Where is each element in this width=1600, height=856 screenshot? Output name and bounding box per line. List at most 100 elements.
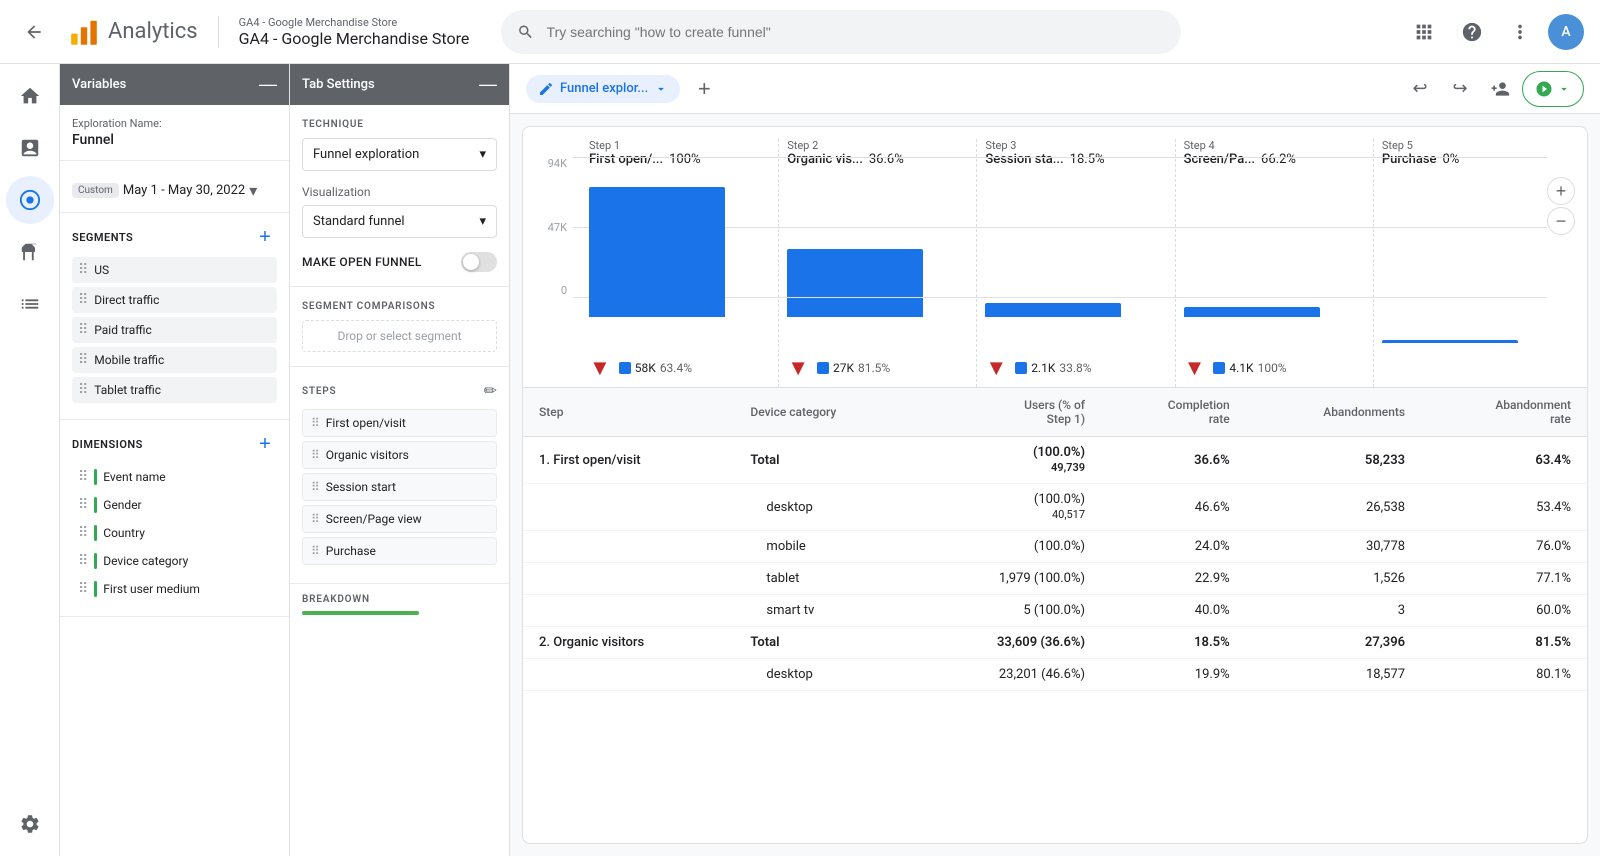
tab-dropdown-icon[interactable]	[654, 82, 668, 96]
funnel-step-col-5: Step 5 Purchase 0%	[1374, 139, 1571, 387]
sidebar-item-advertising[interactable]	[6, 228, 54, 276]
technique-dropdown[interactable]: Funnel exploration ▾	[302, 138, 497, 171]
dimension-color-bar	[94, 581, 97, 597]
technique-value: Funnel exploration	[313, 147, 419, 162]
sidebar-item-home[interactable]	[6, 72, 54, 120]
drop-segment-placeholder: Drop or select segment	[337, 329, 461, 343]
search-input[interactable]	[547, 24, 1166, 40]
funnel-step-col-3: Step 3 Session sta... 18.5% ▼	[977, 139, 1175, 387]
variables-minimize-btn[interactable]: —	[259, 74, 277, 95]
table-row: smart tv 5 (100.0%) 40.0% 3 60.0%	[523, 595, 1587, 627]
cell-abandonments: 26,538	[1246, 484, 1421, 531]
more-options-button[interactable]	[1500, 12, 1540, 52]
zoom-out-button[interactable]: −	[1547, 207, 1575, 235]
cell-abandonments: 18,577	[1246, 659, 1421, 691]
dimension-label: Device category	[103, 554, 188, 568]
publish-button[interactable]	[1522, 71, 1584, 107]
grip-icon: ⠿	[311, 416, 320, 430]
dimension-device-category[interactable]: ⠿ Device category	[72, 548, 277, 574]
nav-divider	[218, 16, 219, 48]
segment-paid-traffic[interactable]: ⠿ Paid traffic	[72, 317, 277, 343]
cell-completion: 40.0%	[1101, 595, 1246, 627]
step-header-3: Step 3 Session sta... 18.5%	[985, 139, 1166, 167]
zoom-controls: + −	[1547, 177, 1575, 235]
left-sidebar	[0, 64, 60, 856]
active-tab[interactable]: Funnel explor...	[526, 75, 680, 103]
bar-area-4	[1184, 171, 1365, 317]
date-range-row[interactable]: Custom May 1 - May 30, 2022 ▾	[72, 181, 277, 200]
main-layout: Variables — Exploration Name: Funnel Cus…	[60, 64, 1600, 856]
bar-count-4: 4.1K	[1229, 361, 1253, 375]
open-funnel-toggle[interactable]	[461, 252, 497, 272]
segment-tablet-traffic[interactable]: ⠿ Tablet traffic	[72, 377, 277, 403]
dimensions-header: DIMENSIONS +	[72, 432, 277, 456]
account-title: GA4 - Google Merchandise Store	[239, 29, 470, 48]
step-screen-page-view[interactable]: ⠿ Screen/Page view	[302, 505, 497, 533]
share-users-button[interactable]	[1482, 71, 1518, 107]
step-purchase[interactable]: ⠿ Purchase	[302, 537, 497, 565]
cell-step	[523, 531, 734, 563]
step-label: Screen/Page view	[326, 512, 422, 526]
dimension-country[interactable]: ⠿ Country	[72, 520, 277, 546]
search-bar[interactable]	[501, 10, 1181, 54]
steps-edit-button[interactable]: ✏	[484, 381, 497, 401]
sidebar-item-settings[interactable]	[6, 800, 54, 848]
back-button[interactable]	[16, 14, 52, 50]
bar-square-1	[619, 362, 631, 374]
step-first-open[interactable]: ⠿ First open/visit	[302, 409, 497, 437]
visualization-dropdown[interactable]: Standard funnel ▾	[302, 205, 497, 238]
breakdown-bar	[302, 611, 419, 615]
date-chevron-icon[interactable]: ▾	[249, 181, 257, 200]
segment-label: Paid traffic	[94, 323, 152, 337]
drop-arrow-3: ▼	[985, 355, 1007, 381]
cell-abandonments: 30,778	[1246, 531, 1421, 563]
tab-actions: ↩ ↪	[1402, 71, 1584, 107]
col-completion: Completionrate	[1101, 388, 1246, 437]
col-users: Users (% ofStep 1)	[916, 388, 1101, 437]
help-button[interactable]	[1452, 12, 1492, 52]
cell-device: mobile	[734, 531, 916, 563]
cell-step: 2. Organic visitors	[523, 627, 734, 659]
step-session-start[interactable]: ⠿ Session start	[302, 473, 497, 501]
bar-square-3	[1015, 362, 1027, 374]
tab-settings-minimize-btn[interactable]: —	[479, 74, 497, 95]
cell-abandon-rate: 77.1%	[1421, 563, 1587, 595]
add-tab-button[interactable]: +	[688, 73, 720, 105]
cell-step	[523, 595, 734, 627]
redo-button[interactable]: ↪	[1442, 71, 1478, 107]
cell-users: 23,201 (46.6%)	[916, 659, 1101, 691]
custom-badge: Custom	[72, 183, 119, 198]
zoom-in-button[interactable]: +	[1547, 177, 1575, 205]
cell-step: 1. First open/visit	[523, 437, 734, 484]
undo-button[interactable]: ↩	[1402, 71, 1438, 107]
technique-section: TECHNIQUE Funnel exploration ▾ Visualiza…	[290, 105, 509, 287]
cell-abandonments: 27,396	[1246, 627, 1421, 659]
cell-users: (100.0%)40,517	[916, 484, 1101, 531]
dimension-gender[interactable]: ⠿ Gender	[72, 492, 277, 518]
sidebar-item-reports[interactable]	[6, 124, 54, 172]
dimension-event-name[interactable]: ⠿ Event name	[72, 464, 277, 490]
segment-drop-zone[interactable]: Drop or select segment	[302, 320, 497, 352]
account-subtitle: GA4 - Google Merchandise Store	[239, 16, 470, 29]
make-open-funnel-section: MAKE OPEN FUNNEL	[302, 252, 497, 272]
main-content: Funnel explor... + ↩ ↪	[510, 64, 1600, 856]
data-table-wrapper: Step Device category Users (% ofStep 1) …	[523, 387, 1587, 843]
segment-us[interactable]: ⠿ US	[72, 257, 277, 283]
step-organic-visitors[interactable]: ⠿ Organic visitors	[302, 441, 497, 469]
avatar[interactable]: A	[1548, 14, 1584, 50]
cell-device: Total	[734, 437, 916, 484]
segment-mobile-traffic[interactable]: ⠿ Mobile traffic	[72, 347, 277, 373]
dimension-first-user-medium[interactable]: ⠿ First user medium	[72, 576, 277, 602]
step-name-pct-2: Organic vis... 36.6%	[787, 152, 968, 167]
sidebar-item-lists[interactable]	[6, 280, 54, 328]
sidebar-item-explore[interactable]	[6, 176, 54, 224]
segment-direct-traffic[interactable]: ⠿ Direct traffic	[72, 287, 277, 313]
apps-button[interactable]	[1404, 12, 1444, 52]
bar-pct-1: 63.4%	[660, 361, 692, 375]
add-segment-button[interactable]: +	[253, 225, 277, 249]
add-dimension-button[interactable]: +	[253, 432, 277, 456]
funnel-bar-1	[589, 187, 725, 317]
bar-area-3	[985, 171, 1166, 317]
step-name-4: Screen/Pa...	[1184, 152, 1255, 167]
grip-icon: ⠿	[311, 448, 320, 462]
